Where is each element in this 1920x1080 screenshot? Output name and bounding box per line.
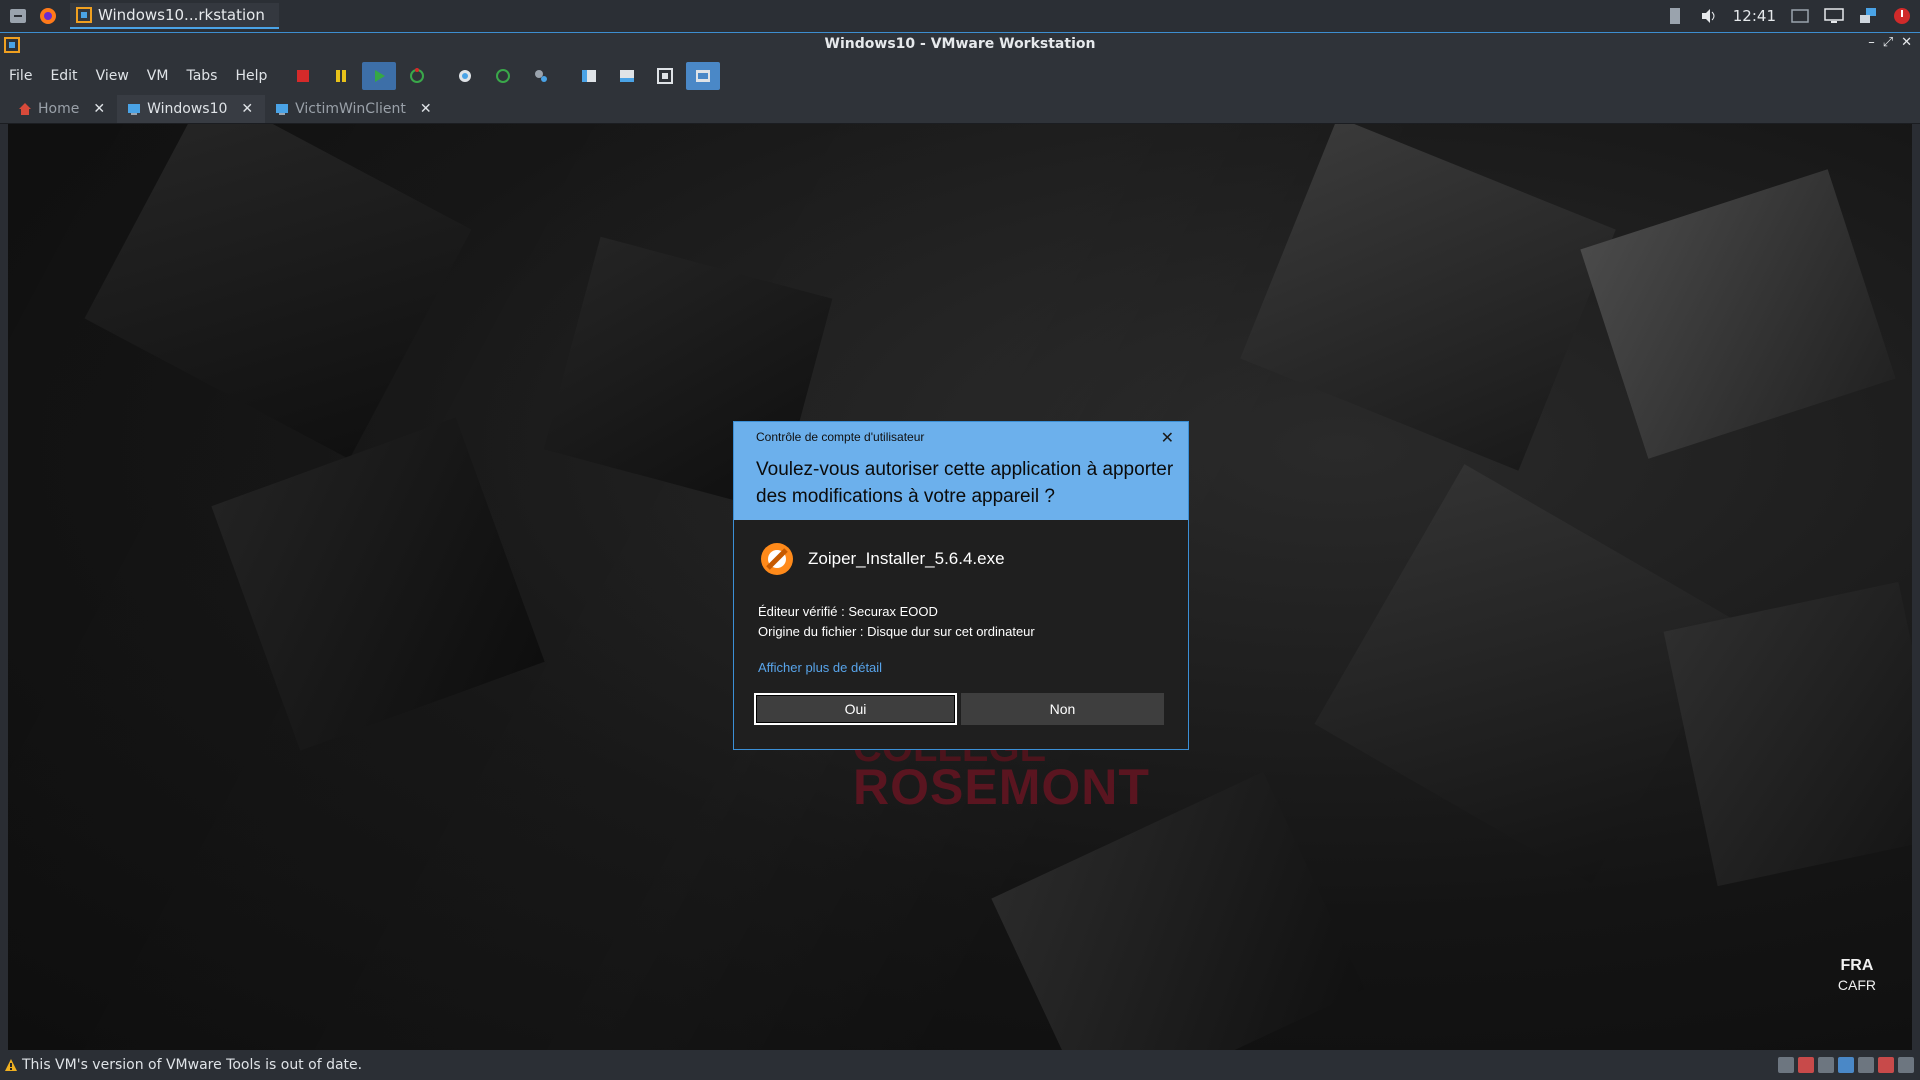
- logo-bottom-text: ROSEMONT: [853, 759, 1150, 815]
- menu-edit[interactable]: Edit: [41, 68, 86, 84]
- tab-close-icon[interactable]: ✕: [420, 101, 432, 117]
- revert-snapshot-button[interactable]: [486, 62, 520, 90]
- guest-display[interactable]: COLLÈGE ROSEMONT FRA CAFR Contrôle de co…: [8, 124, 1912, 1050]
- uac-caption: Contrôle de compte d'utilisateur: [756, 430, 925, 444]
- menu-vm[interactable]: VM: [138, 68, 178, 84]
- wallpaper-shape: [1240, 124, 1616, 471]
- cd-drive-icon[interactable]: [1798, 1057, 1814, 1073]
- status-message: This VM's version of VMware Tools is out…: [22, 1057, 363, 1073]
- app-name: Zoiper_Installer_5.6.4.exe: [808, 549, 1005, 568]
- usb-icon[interactable]: [1818, 1057, 1834, 1073]
- network-adapter-icon[interactable]: [1838, 1057, 1854, 1073]
- publisher-text: Éditeur vérifié : Securax EOOD: [758, 604, 938, 619]
- language-secondary: CAFR: [1837, 977, 1876, 993]
- no-button[interactable]: Non: [961, 693, 1164, 725]
- warning-icon: [5, 1059, 17, 1071]
- thumbnail-bar-button[interactable]: [610, 62, 644, 90]
- message-log-icon[interactable]: [1898, 1057, 1914, 1073]
- sound-card-icon[interactable]: [1858, 1057, 1874, 1073]
- tab-home[interactable]: Home ✕: [8, 95, 117, 123]
- tab-victimwinclient[interactable]: VictimWinClient ✕: [265, 95, 443, 123]
- storage-icon[interactable]: [1665, 6, 1685, 26]
- full-screen-button[interactable]: [648, 62, 682, 90]
- uac-header: Contrôle de compte d'utilisateur ✕ Voule…: [734, 422, 1188, 520]
- wallpaper-shape: [84, 124, 472, 460]
- yes-button[interactable]: Oui: [754, 693, 958, 725]
- app-menu-icon[interactable]: [6, 4, 30, 28]
- uac-dialog: Contrôle de compte d'utilisateur ✕ Voule…: [733, 421, 1189, 750]
- power-icon[interactable]: [1892, 6, 1912, 26]
- host-top-panel: Windows10...rkstation 12:41: [0, 0, 1920, 32]
- power-off-button[interactable]: [286, 62, 320, 90]
- vm-icon: [128, 104, 141, 115]
- menu-tabs[interactable]: Tabs: [177, 68, 226, 84]
- taskbar-vmware-window[interactable]: Windows10...rkstation: [70, 3, 279, 29]
- tab-bar: Home ✕ Windows10 ✕ VictimWinClient ✕: [0, 94, 1920, 124]
- close-button[interactable]: ✕: [1901, 35, 1912, 50]
- volume-icon[interactable]: [1699, 6, 1719, 26]
- clock[interactable]: 12:41: [1733, 7, 1776, 25]
- show-more-details-link[interactable]: Afficher plus de détail: [758, 660, 1164, 675]
- tab-label: VictimWinClient: [295, 101, 406, 117]
- power-on-button[interactable]: [362, 62, 397, 90]
- network-icon[interactable]: [1858, 6, 1878, 26]
- tab-windows10[interactable]: Windows10 ✕: [117, 95, 266, 123]
- language-indicator[interactable]: FRA CAFR: [1838, 957, 1876, 993]
- uac-question: Voulez-vous autoriser cette application …: [756, 459, 1174, 507]
- menu-file[interactable]: File: [0, 68, 41, 84]
- library-view-button[interactable]: [572, 62, 606, 90]
- origin-text: Origine du fichier : Disque dur sur cet …: [758, 624, 1035, 639]
- snapshot-manager-button[interactable]: [524, 62, 558, 90]
- vm-icon: [276, 104, 289, 115]
- snapshot-button[interactable]: [448, 62, 482, 90]
- tab-label: Home: [38, 101, 80, 117]
- close-icon[interactable]: ✕: [1161, 428, 1174, 448]
- uac-body: Zoiper_Installer_5.6.4.exe Éditeur vérif…: [734, 520, 1188, 725]
- menu-help[interactable]: Help: [226, 68, 276, 84]
- taskbar-label: Windows10...rkstation: [98, 6, 265, 24]
- minimize-button[interactable]: –: [1868, 35, 1875, 50]
- window-titlebar: Windows10 - VMware Workstation – ⤢ ✕: [0, 32, 1920, 58]
- wallpaper-shape: [211, 417, 545, 751]
- menubar: File Edit View VM Tabs Help: [0, 58, 1920, 94]
- reset-button[interactable]: [400, 62, 434, 90]
- tab-close-icon[interactable]: ✕: [93, 101, 105, 117]
- desktop-icon[interactable]: [1790, 6, 1810, 26]
- language-primary: FRA: [1840, 957, 1874, 974]
- suspend-button[interactable]: [324, 62, 358, 90]
- home-icon: [19, 103, 31, 115]
- wallpaper-shape: [1663, 581, 1912, 887]
- menu-view[interactable]: View: [87, 68, 138, 84]
- firefox-icon[interactable]: [36, 4, 60, 28]
- wallpaper-shape: [1580, 169, 1896, 459]
- zoiper-app-icon: [761, 543, 793, 575]
- tab-close-icon[interactable]: ✕: [241, 101, 253, 117]
- vmware-icon: [76, 7, 92, 23]
- unity-view-button[interactable]: [686, 62, 721, 90]
- display-icon[interactable]: [1824, 6, 1844, 26]
- maximize-button[interactable]: ⤢: [1883, 35, 1893, 50]
- window-title: Windows10 - VMware Workstation: [824, 36, 1096, 52]
- printer-icon[interactable]: [1878, 1057, 1894, 1073]
- status-bar: This VM's version of VMware Tools is out…: [0, 1050, 1920, 1080]
- tab-label: Windows10: [147, 101, 228, 117]
- hard-disk-icon[interactable]: [1778, 1057, 1794, 1073]
